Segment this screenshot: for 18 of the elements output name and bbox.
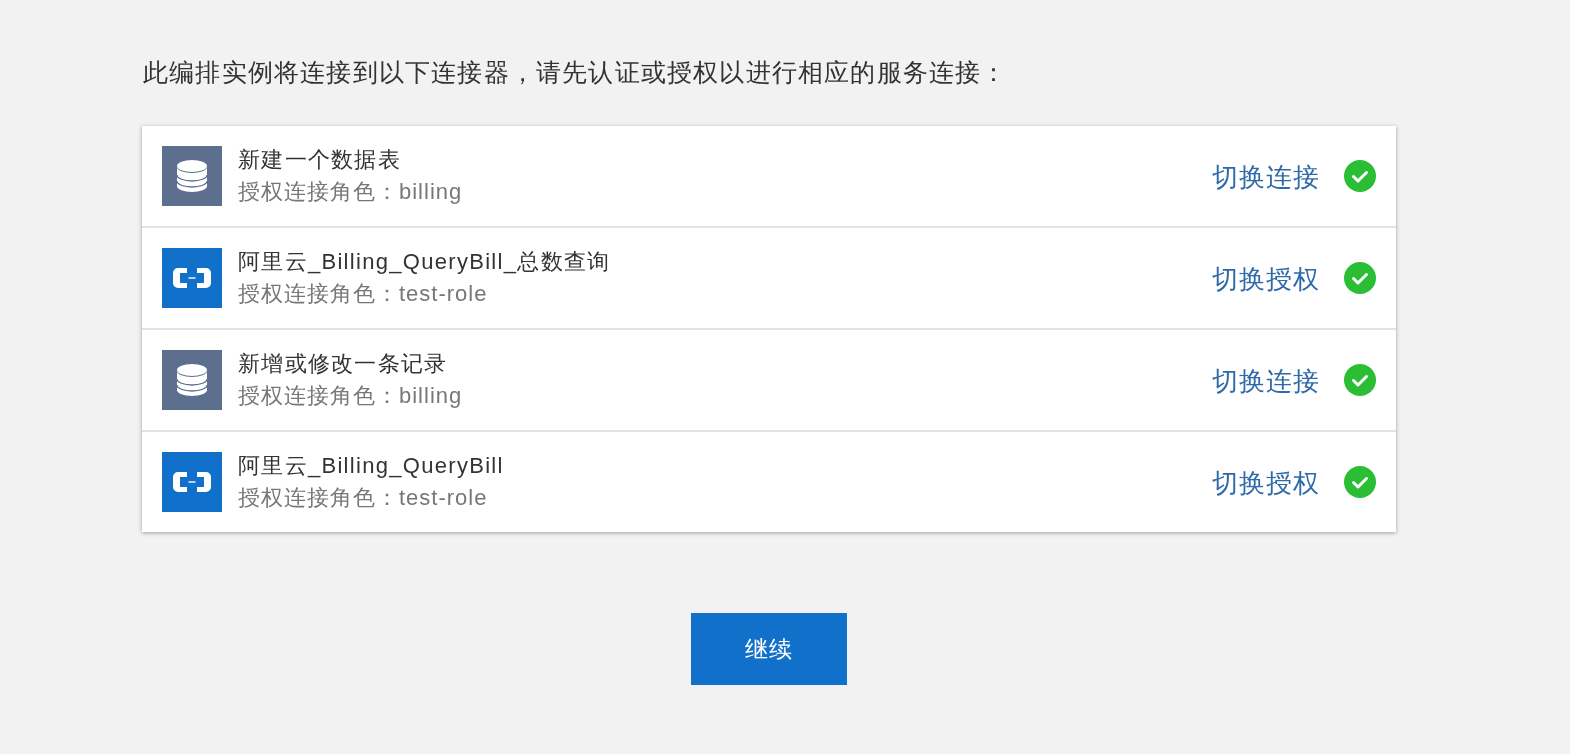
connector-title: 新增或修改一条记录 xyxy=(238,350,448,378)
continue-button[interactable]: 继续 xyxy=(691,613,847,685)
database-icon xyxy=(162,146,222,206)
instruction-text: 此编排实例将连接到以下连接器，请先认证或授权以进行相应的服务连接： xyxy=(142,57,1009,88)
connector-role: 授权连接角色：billing xyxy=(238,178,463,206)
connector-title: 新建一个数据表 xyxy=(238,146,402,174)
switch-link[interactable]: 切换连接 xyxy=(1212,364,1320,398)
cloud-logo-icon xyxy=(162,452,222,512)
database-icon xyxy=(162,350,222,410)
connector-role: 授权连接角色：billing xyxy=(238,382,463,410)
switch-link[interactable]: 切换授权 xyxy=(1212,466,1320,500)
connector-title: 阿里云_Billing_QueryBill xyxy=(238,452,504,480)
connector-title: 阿里云_Billing_QueryBill_总数查询 xyxy=(238,248,611,276)
connector-role: 授权连接角色：test-role xyxy=(238,484,488,512)
switch-link[interactable]: 切换授权 xyxy=(1212,262,1320,296)
cloud-logo-icon xyxy=(162,248,222,308)
switch-link[interactable]: 切换连接 xyxy=(1212,160,1320,194)
connector-role: 授权连接角色：test-role xyxy=(238,280,488,308)
